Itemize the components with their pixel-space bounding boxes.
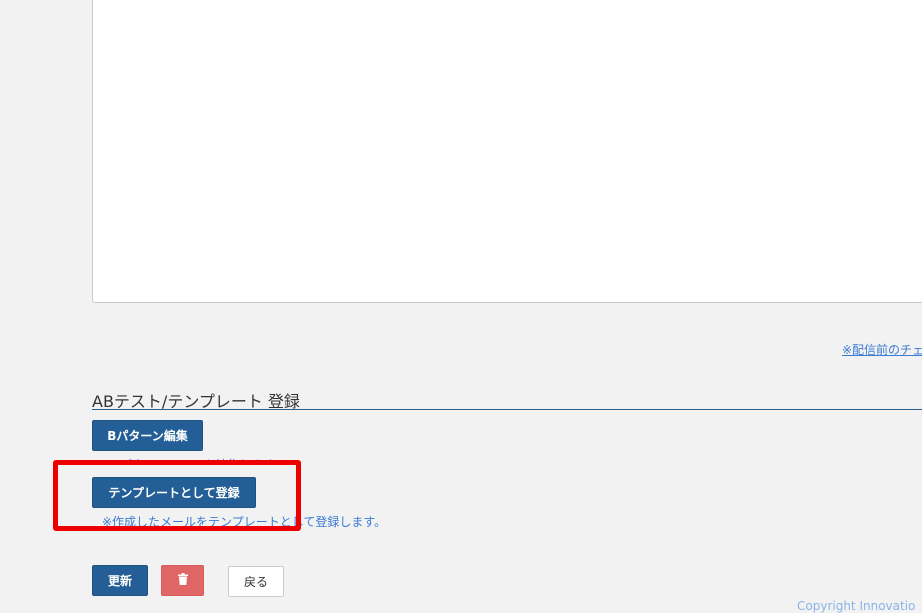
back-button[interactable]: 戻る	[228, 566, 284, 597]
edit-b-pattern-button[interactable]: Bパターン編集	[92, 420, 203, 451]
update-button[interactable]: 更新	[92, 565, 148, 596]
copyright-text: Copyright Innovatio	[797, 599, 916, 613]
section-divider	[92, 409, 922, 410]
trash-icon	[177, 573, 188, 588]
highlight-annotation-box	[53, 460, 301, 531]
delete-button[interactable]	[161, 565, 204, 596]
pre-send-check-link[interactable]: ※配信前のチェ	[842, 341, 922, 358]
mail-body-editor[interactable]	[92, 0, 922, 303]
